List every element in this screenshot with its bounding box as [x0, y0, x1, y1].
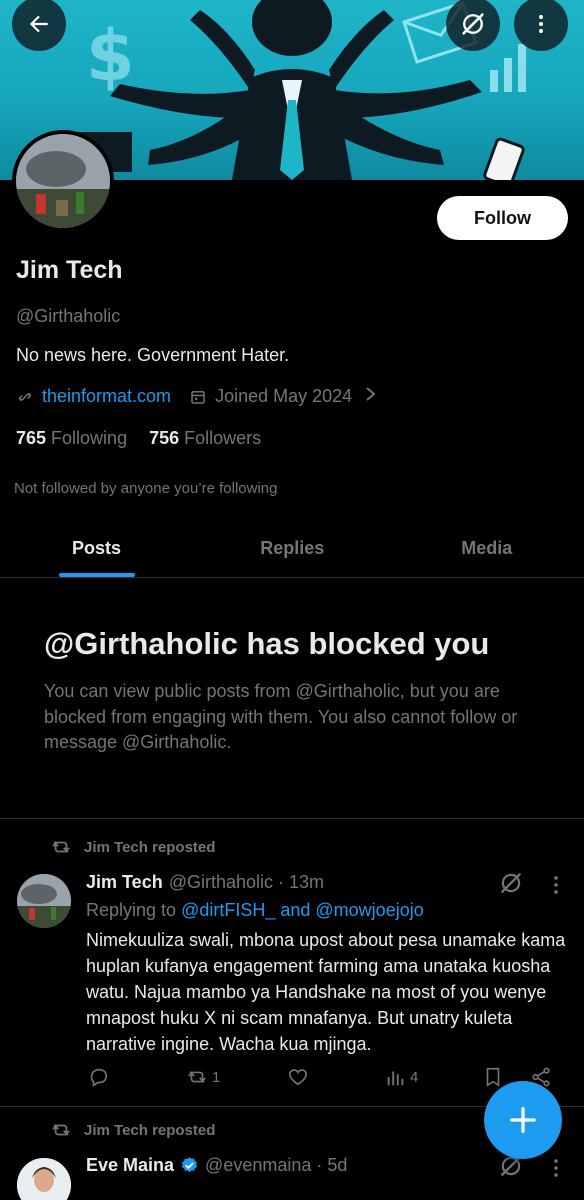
bookmark-button[interactable]: [482, 1066, 504, 1088]
tab-media-label: Media: [461, 538, 513, 558]
post-author-name[interactable]: Eve Maina: [86, 1155, 174, 1176]
repost-indicator: Jim Tech reposted: [50, 1121, 215, 1139]
avatar-photo: [17, 1158, 71, 1200]
replying-handles[interactable]: @dirtFISH_ and @mowjoejojo: [181, 900, 424, 920]
plus-icon: [510, 1107, 536, 1133]
post-header: Jim Tech @Girthaholic · 13m: [86, 872, 324, 893]
profile-meta: theinformat.com Joined May 2024: [16, 385, 378, 408]
tab-posts[interactable]: Posts: [0, 520, 195, 577]
reply-icon: [90, 1068, 108, 1087]
views-count: 4: [410, 1068, 419, 1086]
analytics-icon: [387, 1071, 404, 1086]
avatar-photo: [16, 134, 110, 228]
post-text: Nimekuuliza swali, mbona upost about pes…: [86, 930, 566, 1054]
profile-joined-date: Joined May 2024: [215, 386, 353, 406]
calendar-icon: [189, 388, 207, 406]
repost-icon: [52, 1124, 70, 1136]
post-time[interactable]: · 13m: [278, 872, 324, 893]
profile-tabs: Posts Replies Media: [0, 520, 584, 578]
repost-button[interactable]: 1: [186, 1066, 220, 1088]
follow-counts: 765 Following 756 Followers: [16, 428, 261, 449]
repost-icon: [188, 1071, 206, 1083]
repost-label: Jim Tech reposted: [84, 838, 216, 856]
svg-text:$: $: [86, 15, 135, 97]
followers-label: Followers: [184, 428, 262, 448]
grok-icon: [462, 13, 484, 35]
tab-replies[interactable]: Replies: [195, 520, 390, 577]
link-icon: [16, 388, 34, 406]
verified-badge-icon: [181, 1157, 198, 1173]
compose-post-button[interactable]: [484, 1081, 562, 1159]
following-count: 765: [16, 428, 47, 448]
post-time[interactable]: · 5d: [316, 1155, 347, 1176]
post-author-handle[interactable]: @Girthaholic: [169, 872, 273, 893]
grok-icon[interactable]: [498, 870, 524, 896]
post-author-name[interactable]: Jim Tech: [86, 872, 163, 893]
arrow-left-icon: [29, 15, 48, 33]
profile-bio: No news here. Government Hater.: [16, 345, 290, 365]
chevron-right-icon[interactable]: [364, 385, 378, 408]
post-author-handle[interactable]: @evenmaina: [205, 1155, 311, 1176]
post-header: Eve Maina @evenmaina · 5d: [86, 1155, 347, 1176]
mutuals-note: Not followed by anyone you’re following: [14, 480, 278, 497]
avatar-photo: [17, 874, 71, 928]
profile-handle: @Girthaholic: [16, 306, 121, 326]
followers-count: 756: [149, 428, 180, 448]
reply-button[interactable]: [88, 1066, 110, 1088]
following-label: Following: [51, 428, 128, 448]
post-actions: 1 4: [88, 1066, 558, 1092]
avatar[interactable]: [17, 1158, 71, 1200]
blocked-description: You can view public posts from @Girthaho…: [44, 681, 518, 752]
avatar[interactable]: [17, 874, 71, 928]
blocked-title: @Girthaholic has blocked you: [44, 626, 490, 661]
like-button[interactable]: [287, 1066, 309, 1088]
bookmark-icon: [486, 1067, 500, 1087]
tab-posts-label: Posts: [72, 538, 122, 558]
heart-icon: [288, 1069, 308, 1086]
more-vertical-icon[interactable]: [548, 873, 564, 897]
repost-icon: [52, 841, 70, 853]
views-button[interactable]: 4: [384, 1066, 418, 1088]
more-vertical-icon[interactable]: [548, 1156, 564, 1180]
profile-avatar[interactable]: [12, 130, 114, 232]
replying-prefix: Replying to: [86, 900, 177, 920]
replying-to: Replying to @dirtFISH_ and @mowjoejojo: [86, 900, 424, 921]
repost-count: 1: [212, 1068, 221, 1086]
section-divider: [0, 818, 584, 819]
more-vertical-icon: [539, 15, 543, 33]
repost-indicator: Jim Tech reposted: [50, 838, 215, 856]
tab-replies-label: Replies: [260, 538, 325, 558]
follow-button[interactable]: Follow: [437, 196, 568, 240]
active-tab-indicator: [59, 573, 135, 577]
following-link[interactable]: 765 Following: [16, 428, 127, 449]
profile-name: Jim Tech: [16, 256, 123, 284]
tab-media[interactable]: Media: [390, 520, 584, 577]
followers-link[interactable]: 756 Followers: [149, 428, 261, 449]
profile-website-link[interactable]: theinformat.com: [42, 386, 171, 407]
repost-label: Jim Tech reposted: [84, 1121, 216, 1139]
